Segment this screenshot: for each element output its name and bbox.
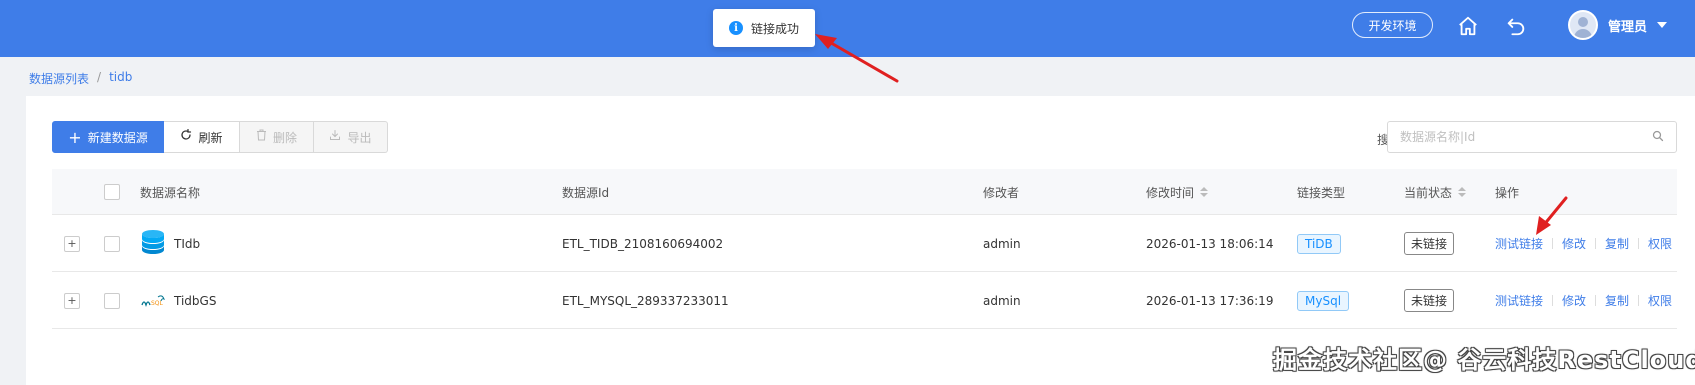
column-header-name: 数据源名称 <box>140 185 201 200</box>
copy-link[interactable]: 复制 <box>1605 235 1629 252</box>
table-row: + SQL TidbGS ETL_MYSQL_289337233011 admi… <box>52 272 1677 329</box>
info-icon: i <box>729 21 743 35</box>
permission-link[interactable]: 权限 <box>1648 292 1672 309</box>
avatar[interactable] <box>1568 10 1598 40</box>
refresh-icon <box>180 128 192 145</box>
modifier: admin <box>983 293 1021 308</box>
breadcrumb-item-datasource-list[interactable]: 数据源列表 <box>29 70 89 87</box>
divider <box>1552 238 1554 249</box>
divider <box>1595 238 1597 249</box>
column-header-modifier: 修改者 <box>983 185 1020 200</box>
breadcrumb-separator: / <box>97 70 102 84</box>
environment-button[interactable]: 开发环境 <box>1352 12 1433 38</box>
row-checkbox[interactable] <box>104 235 120 252</box>
test-connection-link[interactable]: 测试链接 <box>1495 292 1543 309</box>
row-checkbox-cell <box>104 272 120 329</box>
column-header-id: 数据源Id <box>562 185 610 200</box>
datasource-id: ETL_MYSQL_289337233011 <box>562 293 729 308</box>
chevron-down-icon[interactable] <box>1657 22 1667 28</box>
sort-icon[interactable] <box>1200 187 1209 197</box>
breadcrumb-item-current[interactable]: tidb <box>109 70 132 87</box>
delete-button[interactable]: 删除 <box>240 121 314 153</box>
status-badge: 未链接 <box>1404 289 1455 312</box>
sort-icon[interactable] <box>1458 187 1467 197</box>
type-cell: MySql <box>1297 272 1350 329</box>
home-icon[interactable] <box>1456 14 1480 38</box>
divider <box>1552 295 1554 306</box>
datasource-id: ETL_TIDB_2108160694002 <box>562 236 724 251</box>
row-checkbox-cell <box>104 215 120 272</box>
divider <box>1638 238 1640 249</box>
refresh-button[interactable]: 刷新 <box>164 121 240 153</box>
status-cell: 未链接 <box>1404 272 1455 329</box>
top-navbar: 开发环境 管理员 <box>0 0 1695 57</box>
search-icon[interactable] <box>1652 130 1666 144</box>
expand-cell: + <box>64 215 80 272</box>
status-cell: 未链接 <box>1404 215 1455 272</box>
toast-message: 链接成功 <box>751 21 800 36</box>
toolbar: + 新建数据源 刷新 删除 导出 <box>52 121 388 153</box>
column-header-modified-time[interactable]: 修改时间 <box>1146 169 1209 215</box>
expand-row-button[interactable]: + <box>64 235 80 252</box>
type-tag: MySql <box>1297 290 1350 311</box>
type-cell: TiDB <box>1297 215 1341 272</box>
test-connection-link[interactable]: 测试链接 <box>1495 235 1543 252</box>
datasource-name: TidbGS <box>174 293 217 308</box>
status-badge: 未链接 <box>1404 232 1455 255</box>
permission-link[interactable]: 权限 <box>1648 235 1672 252</box>
delete-label: 删除 <box>272 130 297 145</box>
row-checkbox[interactable] <box>104 292 120 309</box>
edit-link[interactable]: 修改 <box>1562 292 1586 309</box>
copy-link[interactable]: 复制 <box>1605 292 1629 309</box>
new-datasource-button[interactable]: + 新建数据源 <box>52 121 164 153</box>
modified-time: 2026-01-13 18:06:14 <box>1146 236 1274 251</box>
divider <box>1595 295 1597 306</box>
modifier: admin <box>983 236 1021 251</box>
export-label: 导出 <box>347 130 372 145</box>
status-header-label: 当前状态 <box>1404 185 1453 200</box>
select-all-checkbox[interactable] <box>104 184 120 200</box>
datasource-name-cell: SQL TidbGS <box>140 272 216 329</box>
refresh-label: 刷新 <box>198 130 223 145</box>
actions-cell: 测试链接 修改 复制 权限 <box>1495 215 1672 272</box>
download-icon <box>329 129 341 145</box>
user-name[interactable]: 管理员 <box>1608 16 1647 35</box>
watermark: 掘金技术社区@ 谷云科技RestCloud <box>1273 346 1695 374</box>
svg-text:SQL: SQL <box>151 300 164 307</box>
database-icon <box>140 229 166 258</box>
breadcrumb: 数据源列表 / tidb <box>29 70 132 87</box>
mysql-logo-icon: SQL <box>140 293 166 309</box>
actions-cell: 测试链接 修改 复制 权限 <box>1495 272 1672 329</box>
plus-icon: + <box>68 127 82 147</box>
modified-time: 2026-01-13 17:36:19 <box>1146 293 1274 308</box>
column-header-actions: 操作 <box>1495 185 1520 200</box>
edit-link[interactable]: 修改 <box>1562 235 1586 252</box>
column-header-type: 链接类型 <box>1297 185 1346 200</box>
back-icon[interactable] <box>1504 14 1528 38</box>
type-tag: TiDB <box>1297 233 1341 254</box>
datasource-name: TIdb <box>174 236 201 251</box>
new-datasource-label: 新建数据源 <box>87 130 148 145</box>
expand-row-button[interactable]: + <box>64 292 80 309</box>
column-header-status[interactable]: 当前状态 <box>1404 169 1467 215</box>
expand-cell: + <box>64 272 80 329</box>
divider <box>1638 295 1640 306</box>
modified-time-header-label: 修改时间 <box>1146 185 1195 200</box>
datasource-name-cell: TIdb <box>140 215 200 272</box>
search-input[interactable] <box>1387 121 1677 153</box>
trash-icon <box>256 129 267 145</box>
table-row: + TIdb ETL_TIDB_2108160694002 admin 2026… <box>52 215 1677 272</box>
success-toast: i 链接成功 <box>713 9 815 47</box>
table-header: 数据源名称 数据源Id 修改者 修改时间 链接类型 当前状态 操作 <box>52 169 1677 215</box>
export-button[interactable]: 导出 <box>314 121 388 153</box>
select-all-checkbox-cell <box>104 169 120 215</box>
